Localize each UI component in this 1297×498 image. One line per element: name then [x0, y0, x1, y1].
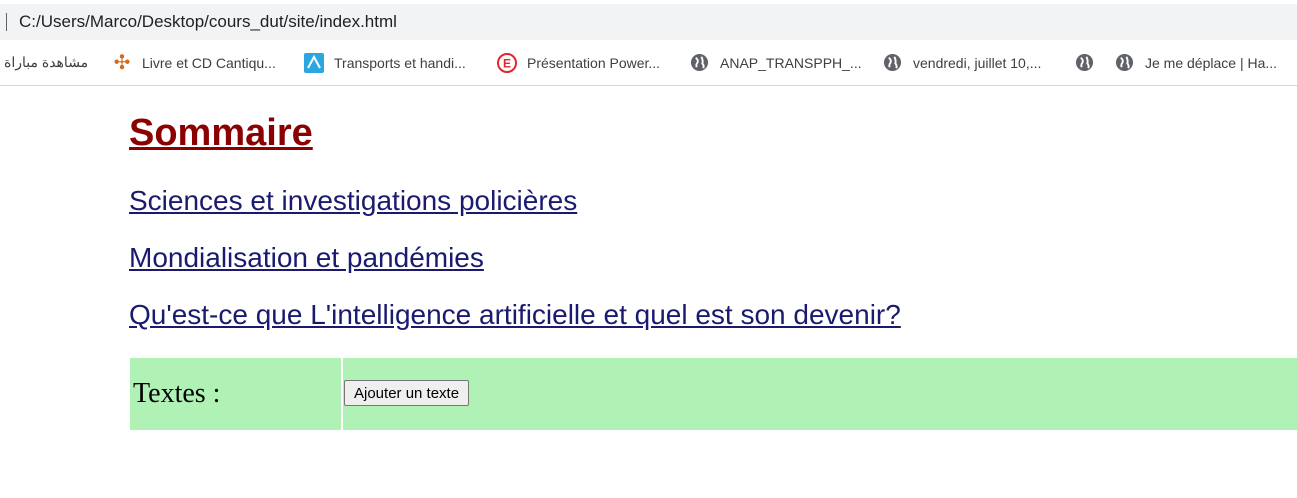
- globe-icon: [690, 53, 710, 73]
- address-bar[interactable]: C:/Users/Marco/Desktop/cours_dut/site/in…: [0, 4, 1297, 40]
- bookmark-label: Transports et handi...: [334, 54, 466, 71]
- address-separator: [6, 13, 7, 31]
- bookmark-livre-cd[interactable]: ✣ Livre et CD Cantiqu...: [112, 40, 276, 85]
- cross-icon: ✣: [113, 51, 131, 74]
- bookmark-label: Présentation Power...: [527, 54, 661, 71]
- cell-divider: [341, 358, 343, 430]
- arrow-icon: [304, 52, 324, 73]
- texts-table-row: Textes : Ajouter un texte: [130, 358, 1297, 430]
- bookmark-label: vendredi, juillet 10,...: [913, 54, 1042, 71]
- globe-icon: [1115, 53, 1135, 73]
- bookmark-label: ANAP_TRANSPPH_...: [720, 54, 862, 71]
- bookmark-transports[interactable]: Transports et handi...: [304, 40, 466, 85]
- link-mondialisation[interactable]: Mondialisation et pandémies: [129, 242, 484, 274]
- url-text[interactable]: C:/Users/Marco/Desktop/cours_dut/site/in…: [19, 12, 397, 32]
- bookmark-globe-only[interactable]: [1075, 40, 1105, 85]
- bookmark-anap[interactable]: ANAP_TRANSPPH_...: [690, 40, 862, 85]
- texts-label: Textes :: [133, 378, 221, 409]
- bookmark-arabic[interactable]: مشاهدة مباراة: [4, 40, 88, 85]
- page-title-link[interactable]: Sommaire: [129, 112, 313, 155]
- link-sciences[interactable]: Sciences et investigations policières: [129, 185, 577, 217]
- bookmark-label: Je me déplace | Ha...: [1145, 54, 1278, 71]
- bookmark-label: مشاهدة مباراة: [4, 54, 89, 70]
- svg-text:E: E: [503, 56, 511, 70]
- bookmark-presentation[interactable]: E Présentation Power...: [497, 40, 660, 85]
- bookmark-vendredi[interactable]: vendredi, juillet 10,...: [883, 40, 1041, 85]
- e-logo-icon: E: [497, 52, 517, 73]
- bookmarks-bar: مشاهدة مباراة ✣ Livre et CD Cantiqu... T…: [0, 40, 1297, 86]
- bookmark-label: Livre et CD Cantiqu...: [142, 54, 276, 71]
- bookmark-je-me-deplace[interactable]: Je me déplace | Ha...: [1115, 40, 1277, 85]
- globe-icon: [883, 53, 903, 73]
- link-intelligence-artificielle[interactable]: Qu'est-ce que L'intelligence artificiell…: [129, 299, 901, 331]
- globe-icon: [1075, 53, 1095, 73]
- add-text-button[interactable]: Ajouter un texte: [344, 380, 470, 406]
